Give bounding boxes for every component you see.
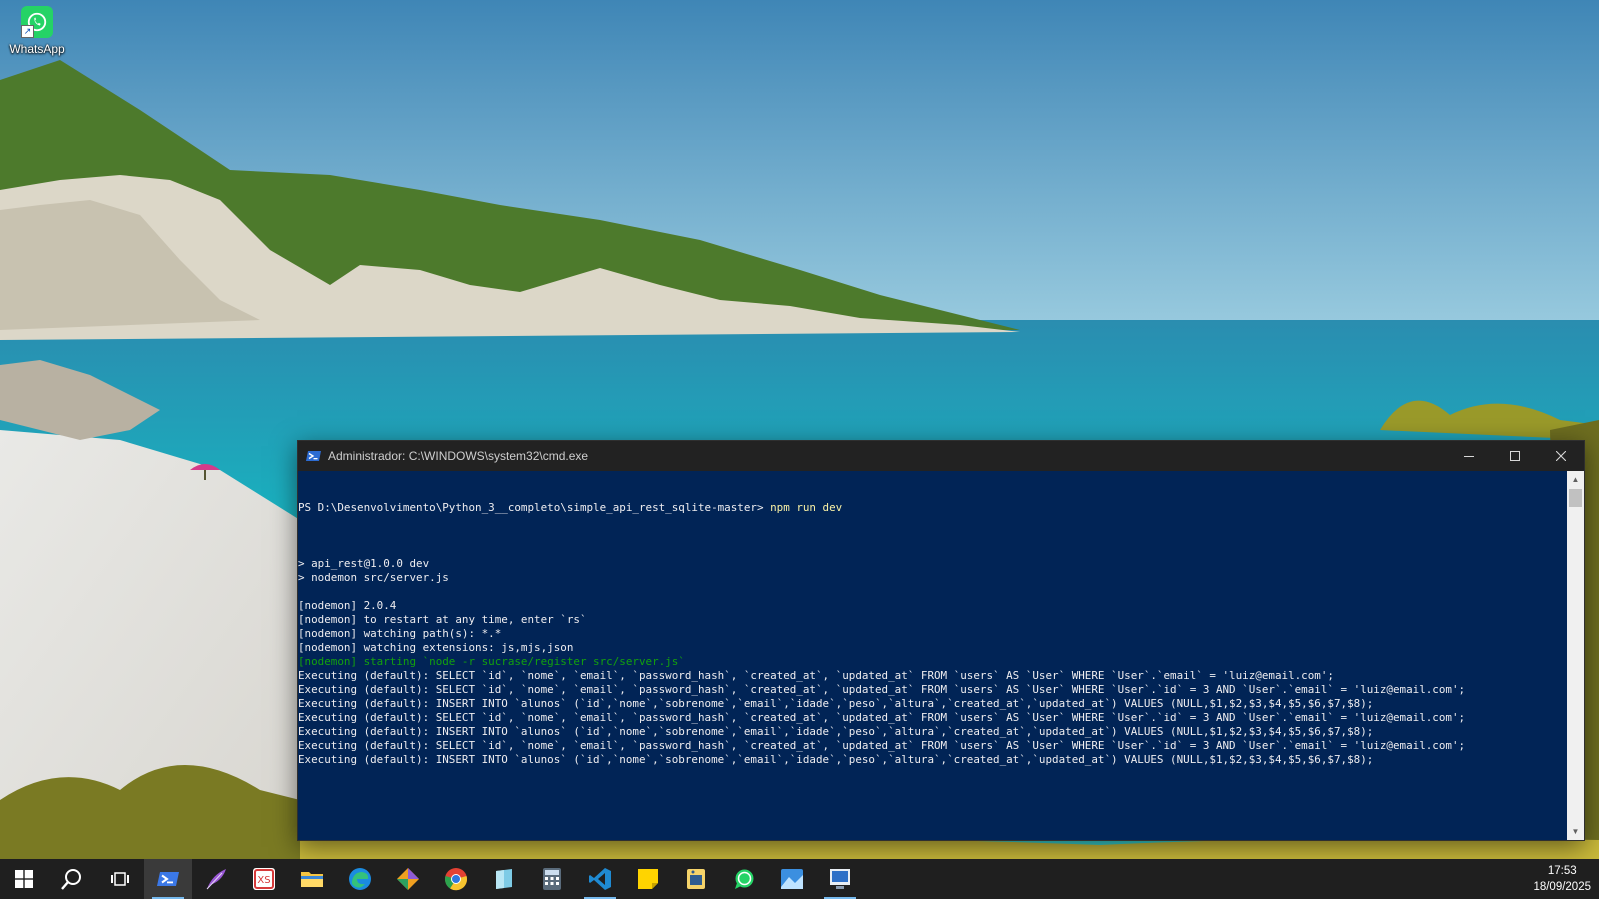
taskbar-app-whatsapp[interactable] xyxy=(720,859,768,899)
clock-time: 17:53 xyxy=(1547,865,1577,877)
shortcut-arrow-icon: ↗ xyxy=(21,25,34,38)
terminal-line: [nodemon] watching path(s): *.* xyxy=(298,627,502,640)
terminal-line: [nodemon] 2.0.4 xyxy=(298,599,397,612)
taskbar-app-calculator[interactable] xyxy=(528,859,576,899)
photos-icon xyxy=(781,869,803,889)
whatsapp-icon xyxy=(735,869,754,889)
terminal-line: Executing (default): SELECT `id`, `nome`… xyxy=(298,739,1466,752)
close-button[interactable] xyxy=(1538,441,1584,471)
terminal-line: Executing (default): INSERT INTO `alunos… xyxy=(298,753,1374,766)
desktop-icon-label: WhatsApp xyxy=(9,42,65,56)
taskbar-app-sticky-notes[interactable] xyxy=(624,859,672,899)
window-title: Administrador: C:\WINDOWS\system32\cmd.e… xyxy=(328,449,589,463)
terminal-prompt: PS D:\Desenvolvimento\Python_3__completo… xyxy=(298,501,771,514)
taskbar-app-git[interactable] xyxy=(384,859,432,899)
task-view-button[interactable] xyxy=(96,859,144,899)
terminal-line: > nodemon src/server.js xyxy=(298,571,449,584)
desktop-shortcut-whatsapp[interactable]: ↗ WhatsApp xyxy=(6,6,68,56)
calculator-icon xyxy=(543,868,561,890)
whatsapp-icon: ↗ xyxy=(21,6,53,38)
taskbar-app-xs[interactable]: XS xyxy=(240,859,288,899)
system-clock[interactable]: 17:53 18/09/2025 xyxy=(1525,859,1599,899)
edge-icon xyxy=(349,868,371,890)
terminal-line: [nodemon] starting `node -r sucrase/regi… xyxy=(298,655,685,668)
taskbar-app-edge[interactable] xyxy=(336,859,384,899)
xs-app-icon: XS xyxy=(253,868,275,890)
minimize-icon xyxy=(1464,456,1474,457)
folder-icon xyxy=(301,872,323,887)
terminal-line: Executing (default): INSERT INTO `alunos… xyxy=(298,697,1374,710)
clock-date: 18/09/2025 xyxy=(1533,881,1591,893)
vertical-scrollbar[interactable]: ▲ ▼ xyxy=(1567,471,1584,840)
terminal-line: Executing (default): SELECT `id`, `nome`… xyxy=(298,683,1466,696)
taskbar-app-notes[interactable] xyxy=(480,859,528,899)
scroll-up-button[interactable]: ▲ xyxy=(1567,471,1584,488)
taskbar-app-remote-desktop[interactable] xyxy=(816,859,864,899)
terminal-line: Executing (default): SELECT `id`, `nome`… xyxy=(298,711,1466,724)
scroll-down-button[interactable]: ▼ xyxy=(1567,823,1584,840)
taskbar-app-python[interactable] xyxy=(672,859,720,899)
terminal-line: Executing (default): INSERT INTO `alunos… xyxy=(298,725,1374,738)
taskbar-app-photos[interactable] xyxy=(768,859,816,899)
feather-icon xyxy=(206,869,226,890)
window-titlebar[interactable]: Administrador: C:\WINDOWS\system32\cmd.e… xyxy=(298,441,1584,471)
terminal-prompt-line: PS D:\Desenvolvimento\Python_3__completo… xyxy=(298,501,1567,515)
maximize-button[interactable] xyxy=(1492,441,1538,471)
windows-start-icon xyxy=(15,870,33,888)
remote-desktop-icon xyxy=(830,869,850,889)
python-icon xyxy=(687,869,705,889)
minimize-button[interactable] xyxy=(1446,441,1492,471)
close-icon xyxy=(1556,451,1566,461)
powershell-icon xyxy=(157,872,179,886)
terminal-lines: PS D:\Desenvolvimento\Python_3__completo… xyxy=(298,471,1567,767)
terminal-command: npm run dev xyxy=(770,501,843,514)
maximize-icon xyxy=(1510,451,1520,461)
taskbar-app-vscode[interactable] xyxy=(576,859,624,899)
sticky-notes-icon xyxy=(638,869,658,889)
terminal-window[interactable]: Administrador: C:\WINDOWS\system32\cmd.e… xyxy=(297,440,1585,841)
powershell-icon xyxy=(306,451,321,461)
taskbar-app-feather[interactable] xyxy=(192,859,240,899)
scroll-thumb[interactable] xyxy=(1569,489,1582,507)
taskbar-app-chrome[interactable] xyxy=(432,859,480,899)
chrome-icon xyxy=(444,868,468,891)
start-button[interactable] xyxy=(0,859,48,899)
notes-icon xyxy=(496,869,512,889)
terminal-line: [nodemon] watching extensions: js,mjs,js… xyxy=(298,641,574,654)
search-icon xyxy=(61,869,81,890)
terminal-line: [nodemon] to restart at any time, enter … xyxy=(298,613,587,626)
terminal-output[interactable]: PS D:\Desenvolvimento\Python_3__completo… xyxy=(298,471,1567,840)
svg-text:XS: XS xyxy=(257,875,270,886)
task-view-icon xyxy=(111,872,129,886)
taskbar-app-powershell[interactable] xyxy=(144,859,192,899)
terminal-line: > api_rest@1.0.0 dev xyxy=(298,557,430,570)
taskbar: XS 17:53 18/09/2025 xyxy=(0,859,1599,899)
vscode-icon xyxy=(589,868,611,890)
git-icon xyxy=(397,868,419,890)
terminal-line: Executing (default): SELECT `id`, `nome`… xyxy=(298,669,1334,682)
search-button[interactable] xyxy=(48,859,96,899)
taskbar-app-file-explorer[interactable] xyxy=(288,859,336,899)
